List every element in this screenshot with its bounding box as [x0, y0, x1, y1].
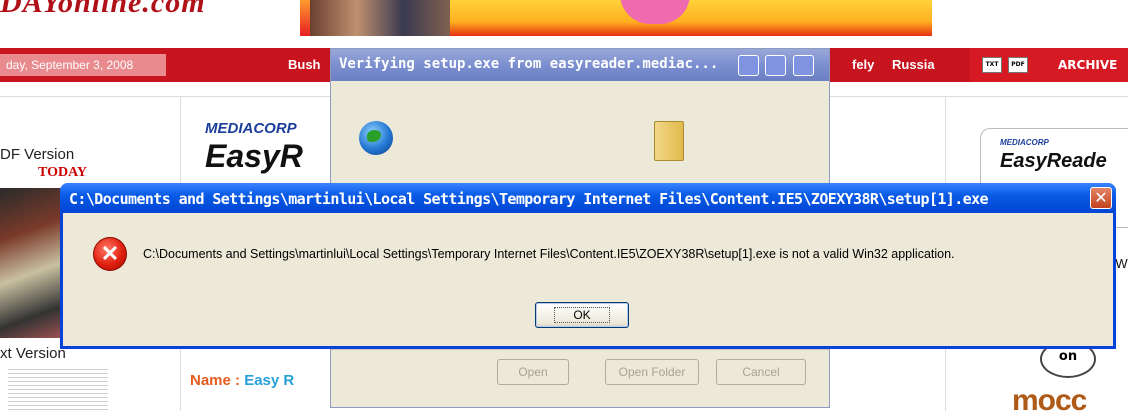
error-icon: ✕ — [93, 237, 127, 271]
banner-photo — [310, 0, 450, 36]
error-message: C:\Documents and Settings\martinlui\Loca… — [143, 247, 955, 261]
mediacorp-logo: MEDIACORP — [205, 120, 297, 137]
side-mediacorp-logo: MEDIACORP — [1000, 138, 1049, 147]
ok-button-label: OK — [554, 307, 610, 323]
nav-archive-area: TXT PDF ARCHIVE — [970, 48, 1128, 82]
logo-brand: DAYonline.com — [0, 0, 206, 19]
pdf-version-heading: DF Version — [0, 146, 75, 163]
site-logo[interactable]: DAYonline.com — [0, 0, 206, 20]
globe-icon — [359, 121, 393, 155]
text-version-heading: xt Version — [0, 345, 66, 362]
nav-link-fely[interactable]: fely — [852, 48, 874, 82]
txt-file-icon[interactable]: TXT — [982, 57, 1002, 73]
maximize-button[interactable] — [765, 55, 786, 76]
mocca-logo[interactable]: mocc — [1012, 384, 1087, 411]
browser-page: DAYonline.com day, September 3, 2008 Bus… — [0, 0, 1128, 411]
minimize-button[interactable] — [738, 55, 759, 76]
today-logo: TODAY — [38, 165, 88, 180]
name-label: Name : — [190, 372, 241, 389]
nav-link-russia[interactable]: Russia — [892, 48, 935, 82]
divider — [331, 349, 829, 350]
close-icon[interactable]: ✕ — [1090, 187, 1112, 209]
open-folder-button[interactable]: Open Folder — [605, 359, 699, 385]
text-version-thumbnail[interactable] — [8, 366, 108, 411]
banner-background — [450, 0, 932, 36]
verify-title-bar[interactable]: Verifying setup.exe from easyreader.medi… — [331, 49, 829, 81]
archive-link[interactable]: ARCHIVE — [1058, 48, 1117, 82]
close-button[interactable] — [793, 55, 814, 76]
ok-button[interactable]: OK — [535, 302, 629, 328]
date-label: day, September 3, 2008 — [0, 54, 166, 76]
error-dialog-title: C:\Documents and Settings\martinlui\Loca… — [69, 190, 989, 208]
header-banner-ad[interactable] — [300, 0, 932, 36]
open-button[interactable]: Open — [497, 359, 569, 385]
error-dialog-body: ✕ C:\Documents and Settings\martinlui\Lo… — [63, 213, 1113, 346]
nav-link-bush[interactable]: Bush — [288, 48, 321, 82]
error-dialog: C:\Documents and Settings\martinlui\Loca… — [60, 183, 1116, 349]
verify-dialog-title: Verifying setup.exe from easyreader.medi… — [339, 56, 719, 72]
easyreader-logo: EasyR — [205, 138, 303, 174]
error-title-bar[interactable]: C:\Documents and Settings\martinlui\Loca… — [60, 183, 1116, 213]
side-easyreader-logo: EasyReade — [1000, 150, 1107, 172]
folder-icon — [654, 121, 684, 161]
name-value: Easy R — [244, 372, 295, 389]
cancel-button[interactable]: Cancel — [716, 359, 806, 385]
product-name-label: Name : Easy R — [190, 372, 294, 389]
pdf-file-icon[interactable]: PDF — [1008, 57, 1028, 73]
